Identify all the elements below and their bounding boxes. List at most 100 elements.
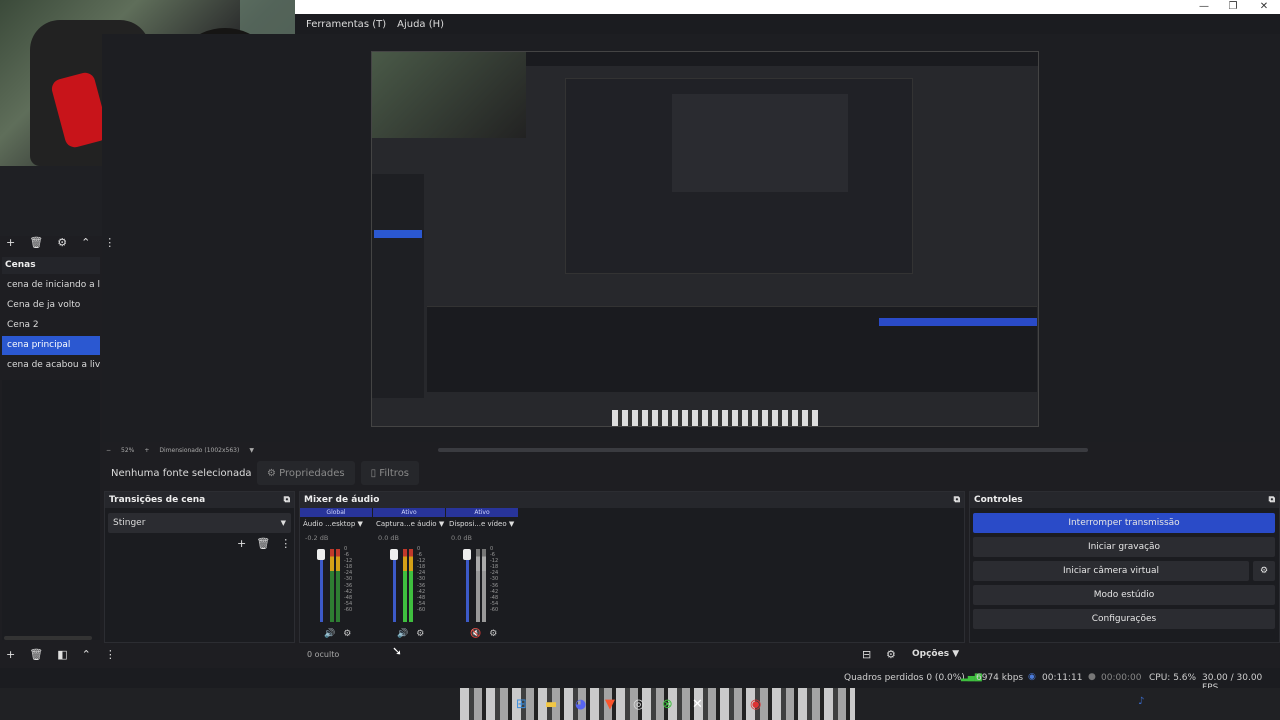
obs-icon[interactable]: ◉ xyxy=(750,697,761,712)
undock-icon[interactable]: ⧉ xyxy=(954,492,960,508)
more-icon[interactable]: ⋮ xyxy=(280,537,291,550)
chevron-down-icon[interactable]: ▼ xyxy=(439,520,444,528)
channel-name[interactable]: Disposi...e vídeo ▼ xyxy=(446,520,518,528)
properties-button[interactable]: ⚙ Propriedades xyxy=(257,461,355,485)
hidden-count: 0 oculto xyxy=(307,650,340,659)
file-explorer-icon[interactable]: ▬ xyxy=(545,697,557,712)
add-icon[interactable]: + xyxy=(6,236,15,249)
channel-header: Ativo xyxy=(446,508,518,517)
meter-scale: 0 -6 -12 -18 -24 -30 -36 -42 -48 -54 -60 xyxy=(344,546,352,613)
scene-item[interactable]: Cena de ja volto xyxy=(2,296,100,315)
chevron-up-icon[interactable]: ⌃ xyxy=(81,236,90,249)
add-icon[interactable]: + xyxy=(6,648,15,661)
chevron-down-icon[interactable]: ▼ xyxy=(249,447,254,454)
settings-button[interactable]: Configurações xyxy=(973,609,1275,629)
mic-icon: ♪ xyxy=(1138,696,1145,707)
meter-scale: 0 -6 -12 -18 -24 -30 -36 -42 -48 -54 -60 xyxy=(490,546,498,613)
chevron-up-icon[interactable]: ⌃ xyxy=(82,648,91,661)
scene-item[interactable]: cena de acabou a live xyxy=(2,356,100,375)
zoom-in-icon[interactable]: + xyxy=(144,447,149,454)
menu-help[interactable]: Ajuda (H) xyxy=(397,19,444,30)
stream-time: 00:11:11 xyxy=(1042,673,1083,683)
windows-start-icon[interactable]: ⊞ xyxy=(516,697,527,712)
scene-item-selected[interactable]: cena principal xyxy=(2,336,100,355)
properties-label: Propriedades xyxy=(279,467,345,479)
more-icon[interactable]: ⋮ xyxy=(104,236,115,249)
menu-tools[interactable]: Ferramentas (T) xyxy=(306,19,386,30)
mixer-channel: Ativo Captura...e áudio ▼ 0.0 dB 0 -6 -12-… xyxy=(373,508,445,644)
gear-icon[interactable]: ⚙ xyxy=(1253,561,1275,581)
settings-icon[interactable]: ⚙ xyxy=(416,629,424,639)
add-icon[interactable]: + xyxy=(237,537,246,550)
close-icon[interactable]: ✕ xyxy=(1256,0,1272,14)
meter-tick: -36 xyxy=(417,582,426,589)
scene-item[interactable]: cena de iniciando a live xyxy=(2,276,100,295)
meter-tick: -60 xyxy=(344,606,353,613)
dropped-frames: Quadros perdidos 0 (0.0%) xyxy=(844,673,965,683)
chevron-down-icon[interactable]: ▼ xyxy=(358,520,363,528)
mixer-title: Mixer de áudio ⧉ xyxy=(300,492,964,508)
maximize-icon[interactable]: ❐ xyxy=(1225,0,1241,14)
discord-icon[interactable]: ◕ xyxy=(575,697,586,712)
filters-button[interactable]: ▯ Filtros xyxy=(360,461,420,485)
undock-icon[interactable]: ⧉ xyxy=(284,492,290,508)
scene-item[interactable]: Cena 2 xyxy=(2,316,100,335)
gear-icon[interactable]: ⚙ xyxy=(57,236,67,249)
zoom-level: 52% xyxy=(121,446,135,454)
meter-scale: 0 -6 -12 -18 -24 -30 -36 -42 -48 -54 -60 xyxy=(417,546,425,613)
settings-icon[interactable]: ⚙ xyxy=(489,629,497,639)
menu-bar: Ferramentas (T) Ajuda (H) xyxy=(295,14,1280,34)
scale-mode[interactable]: Dimensionado (1002x563) xyxy=(159,447,239,454)
channel-name[interactable]: Captura...e áudio ▼ xyxy=(373,520,445,528)
no-source-label: Nenhuma fonte selecionada xyxy=(111,467,251,479)
minimize-icon[interactable]: — xyxy=(1196,0,1212,14)
chevron-down-icon[interactable]: ▼ xyxy=(509,520,514,528)
xbox-icon[interactable]: ⊗ xyxy=(662,697,673,712)
meter-tick: -36 xyxy=(490,582,499,589)
preview-canvas[interactable] xyxy=(371,51,1039,427)
volume-handle[interactable] xyxy=(390,549,398,560)
trash-icon[interactable]: 🗑 xyxy=(29,648,43,661)
zoom-out-icon[interactable]: − xyxy=(106,447,111,454)
channel-db: -0.2 dB xyxy=(305,534,329,542)
audio-meter xyxy=(476,549,480,622)
volume-handle[interactable] xyxy=(317,549,325,560)
layout-icon[interactable]: ⊟ xyxy=(862,648,871,661)
settings-icon[interactable]: ⚙ xyxy=(343,629,351,639)
transition-select[interactable]: Stinger ▼ xyxy=(108,513,291,533)
channel-db: 0.0 dB xyxy=(378,534,399,542)
transition-toolbar: + 🗑 ⋮ xyxy=(237,537,291,550)
audio-meter xyxy=(409,549,413,622)
speaker-icon[interactable]: 🔊 xyxy=(397,629,408,639)
record-icon: ● xyxy=(1088,672,1096,682)
app-icon[interactable]: ✕ xyxy=(692,697,703,712)
meter-tick: -42 xyxy=(344,588,353,595)
scenes-scrollbar[interactable] xyxy=(4,636,92,640)
trash-icon[interactable]: 🗑 xyxy=(29,236,43,249)
channel-header: Global xyxy=(300,508,372,517)
chevron-down-icon: ▼ xyxy=(280,519,286,527)
steam-icon[interactable]: ◎ xyxy=(633,697,644,712)
filters-label: Filtros xyxy=(379,467,410,479)
preview-scrollbar[interactable] xyxy=(438,448,1088,452)
brave-icon[interactable]: ▼ xyxy=(605,697,615,712)
filter-icon[interactable]: ◧ xyxy=(57,648,67,661)
speaker-icon[interactable]: 🔊 xyxy=(324,629,335,639)
stop-streaming-button[interactable]: Interromper transmissão xyxy=(973,513,1275,533)
meter-tick: -48 xyxy=(417,594,426,601)
volume-handle[interactable] xyxy=(463,549,471,560)
speaker-muted-icon[interactable]: 🔇 xyxy=(470,629,481,639)
trash-icon[interactable]: 🗑 xyxy=(256,537,270,550)
controls-title: Controles ⧉ xyxy=(970,492,1279,508)
undock-icon[interactable]: ⧉ xyxy=(1269,492,1275,508)
start-recording-button[interactable]: Iniciar gravação xyxy=(973,537,1275,557)
meter-tick: -42 xyxy=(490,588,499,595)
channel-name[interactable]: Áudio ...esktop ▼ xyxy=(300,520,372,528)
gear-icon: ⚙ xyxy=(267,467,280,479)
start-virtual-camera-button[interactable]: Iniciar câmera virtual xyxy=(973,561,1249,581)
options-button[interactable]: Opções ▼ xyxy=(912,649,959,659)
more-icon[interactable]: ⋮ xyxy=(105,648,116,661)
audio-meter xyxy=(336,549,340,622)
advanced-audio-icon[interactable]: ⚙ xyxy=(886,648,896,661)
studio-mode-button[interactable]: Modo estúdio xyxy=(973,585,1275,605)
